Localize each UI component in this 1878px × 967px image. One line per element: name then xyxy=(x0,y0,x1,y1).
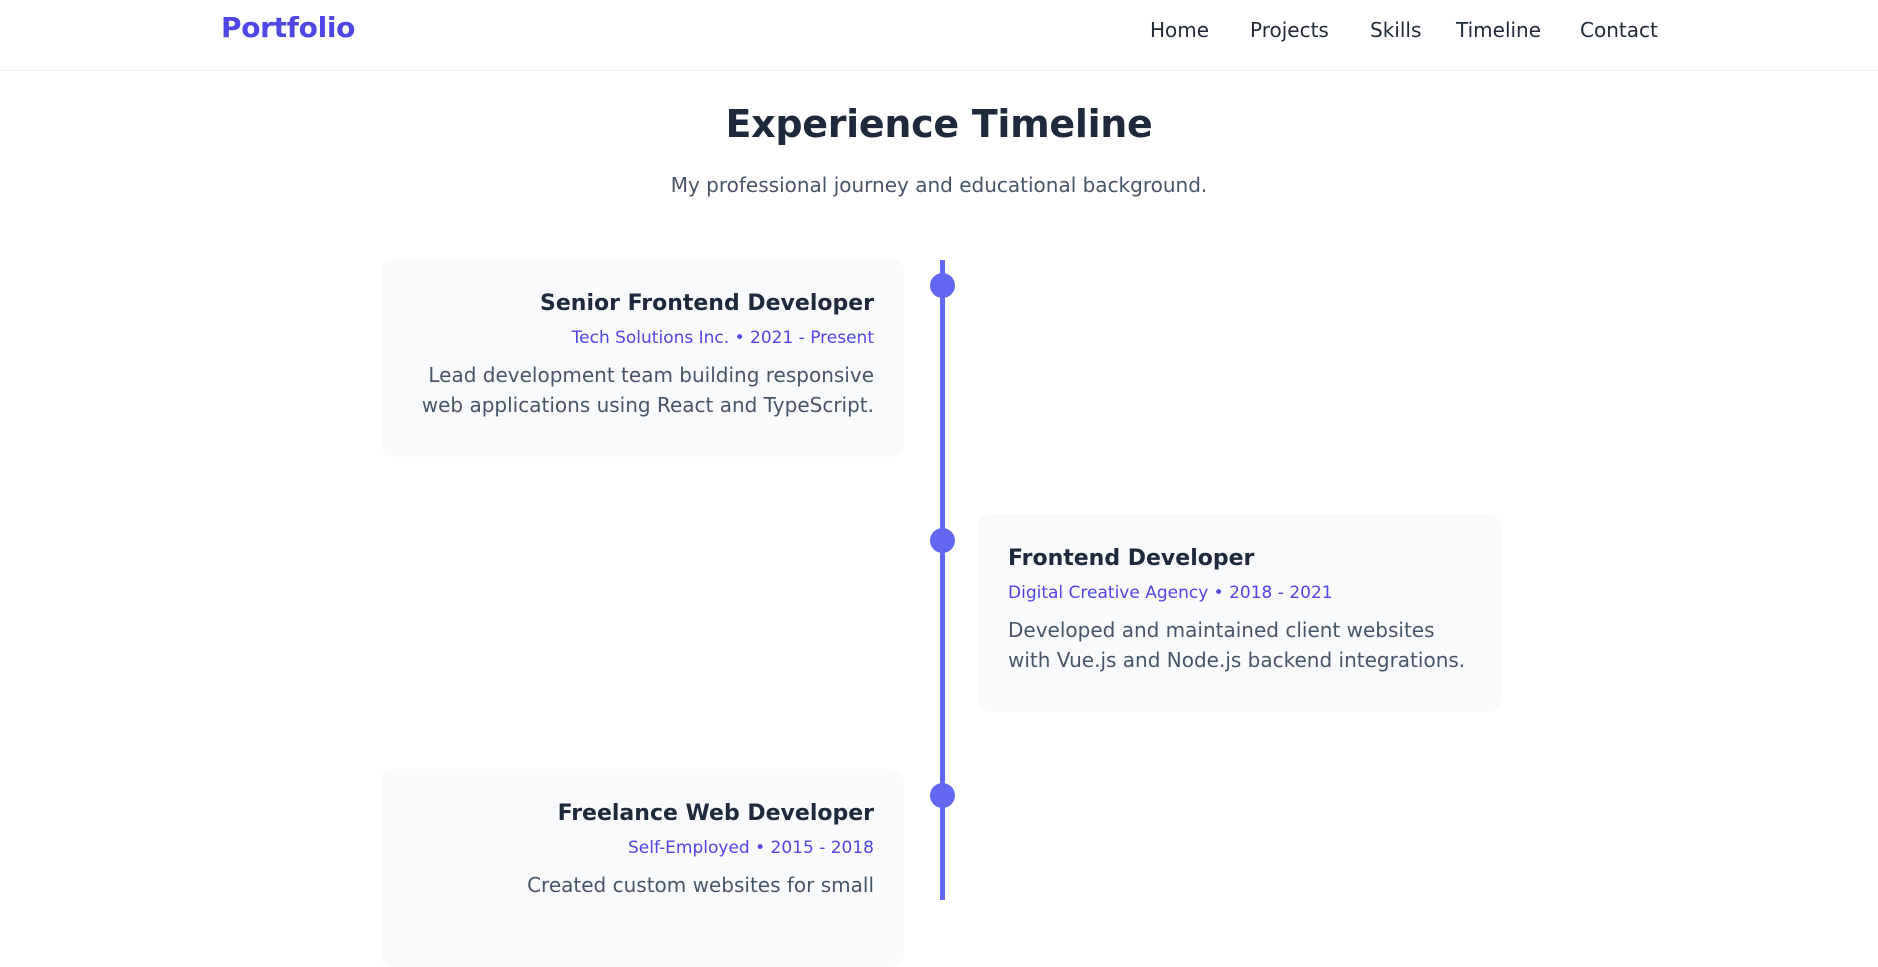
nav-link-home[interactable]: Home xyxy=(1150,18,1209,42)
timeline-card-description: Created custom websites for small xyxy=(527,873,874,897)
timeline-dot xyxy=(930,783,955,808)
navbar: Portfolio Home Projects Skills Timeline … xyxy=(0,0,1878,71)
timeline-card-title: Frontend Developer xyxy=(1008,546,1255,571)
timeline-card: Frontend Developer Digital Creative Agen… xyxy=(978,514,1501,712)
timeline-dot xyxy=(930,528,955,553)
timeline-card-description: Lead development team building responsiv… xyxy=(421,363,874,417)
timeline-card-title: Freelance Web Developer xyxy=(557,801,874,826)
brand-logo[interactable]: Portfolio xyxy=(221,11,355,44)
timeline-card: Freelance Web Developer Self-Employed • … xyxy=(381,769,904,967)
page-subtitle: My professional journey and educational … xyxy=(670,173,1208,197)
timeline-card-description: Developed and maintained client websites… xyxy=(1008,618,1466,672)
nav-link-skills[interactable]: Skills xyxy=(1370,18,1421,42)
timeline-card-meta: Digital Creative Agency • 2018 - 2021 xyxy=(1008,583,1333,603)
timeline-dot xyxy=(930,273,955,298)
timeline-card-meta: Self-Employed • 2015 - 2018 xyxy=(628,838,874,858)
nav-link-contact[interactable]: Contact xyxy=(1580,18,1658,42)
nav-link-timeline[interactable]: Timeline xyxy=(1456,18,1541,42)
timeline-card-title: Senior Frontend Developer xyxy=(540,291,874,316)
timeline-card: Senior Frontend Developer Tech Solutions… xyxy=(381,259,904,457)
nav-link-projects[interactable]: Projects xyxy=(1250,18,1329,42)
page-title: Experience Timeline xyxy=(725,102,1153,146)
timeline-card-meta: Tech Solutions Inc. • 2021 - Present xyxy=(571,328,874,348)
